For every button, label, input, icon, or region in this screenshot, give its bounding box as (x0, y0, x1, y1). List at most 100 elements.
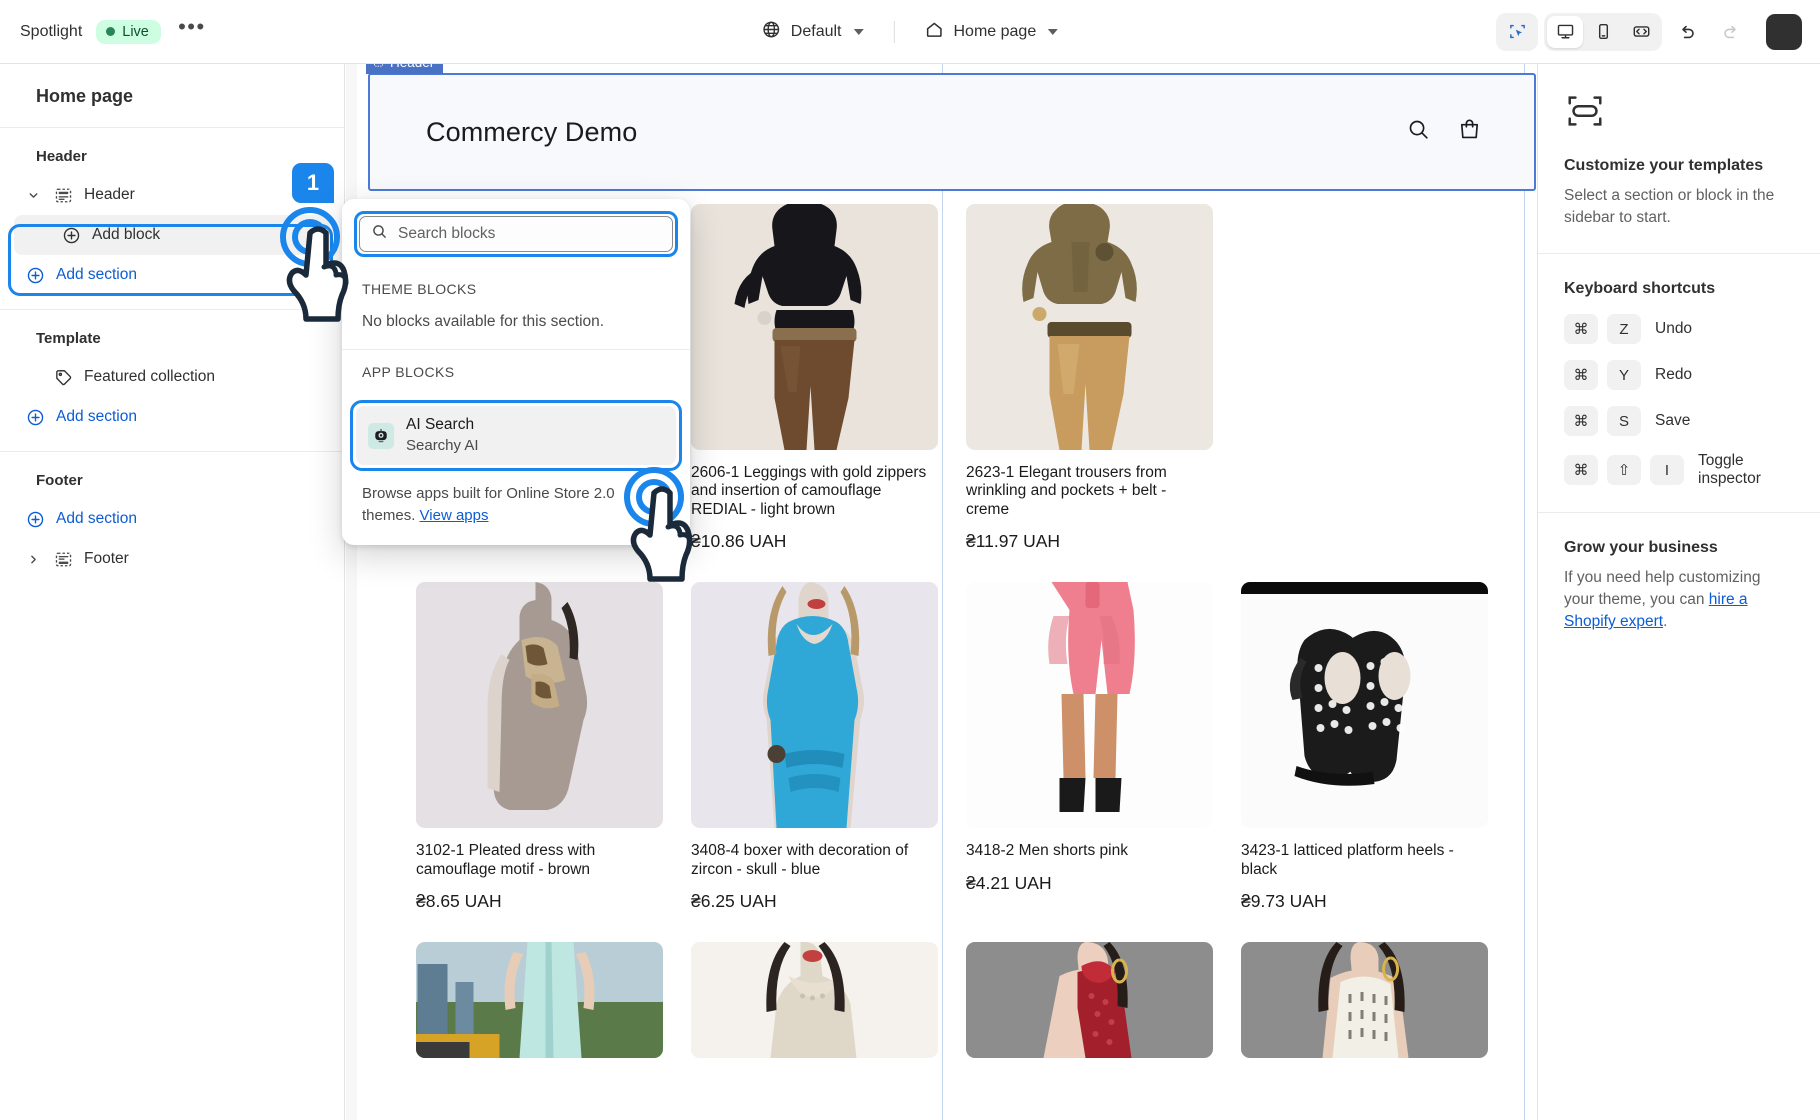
product-card[interactable]: 2606-1 Leggings with gold zippers and in… (691, 204, 938, 552)
account-avatar-button[interactable] (1766, 13, 1802, 50)
theme-blocks-section: THEME BLOCKS No blocks available for thi… (342, 267, 690, 349)
status-badge: Live (96, 19, 161, 44)
page-selector[interactable]: Home page (912, 13, 1070, 51)
product-card[interactable] (691, 942, 938, 1059)
redo-button[interactable] (1712, 13, 1750, 51)
collection-icon (52, 366, 74, 388)
sidebar-item-featured-collection[interactable]: Featured collection (14, 357, 330, 397)
product-image-creme-trousers-model (966, 204, 1213, 450)
grow-heading: Grow your business (1564, 539, 1718, 556)
product-image-pink-cargo-shorts (966, 582, 1213, 829)
product-card[interactable]: 3408-4 boxer with decoration of zircon -… (691, 582, 938, 912)
view-apps-link[interactable]: View apps (420, 507, 489, 524)
shortcuts-heading: Keyboard shortcuts (1564, 280, 1716, 297)
product-price: ₴8.65 UAH (416, 891, 502, 912)
cart-icon[interactable] (1457, 117, 1482, 147)
product-card[interactable]: 3423-1 latticed platform heels - black ₴… (1241, 582, 1488, 912)
sidebar-add-section-footer[interactable]: Add section (14, 499, 330, 539)
store-title: Commercy Demo (426, 116, 638, 147)
sections-sidebar: Home page Header Header Add block Add se… (0, 64, 345, 1120)
preview-header-section[interactable]: Header Commercy Demo (366, 64, 1536, 191)
key-cap: I (1650, 455, 1684, 485)
grow-text: If you need help customizing your theme,… (1564, 567, 1794, 633)
app-blocks-section: APP BLOCKS (342, 349, 690, 400)
sidebar-item-label: Add block (92, 226, 161, 243)
product-name: 3423-1 latticed platform heels - black (1241, 842, 1454, 878)
sidebar-add-section-header[interactable]: Add section (14, 255, 330, 295)
plus-circle-icon (60, 224, 82, 246)
product-image-grey-leopard-dress (416, 582, 663, 829)
highlight-outline-app-block: AI Search Searchy AI (350, 400, 682, 472)
theme-name: Spotlight (20, 22, 83, 40)
key-cap: ⇧ (1607, 455, 1641, 485)
search-icon (371, 223, 388, 245)
live-dot-icon (106, 27, 116, 36)
plus-circle-icon (24, 264, 46, 286)
product-card[interactable] (1241, 942, 1488, 1059)
more-actions-button[interactable]: ••• (175, 15, 209, 49)
add-block-popover: THEME BLOCKS No blocks available for thi… (342, 199, 690, 545)
product-card[interactable]: 3418-2 Men shorts pink ₴4.21 UAH (966, 582, 1213, 912)
preview-header-bar: Commercy Demo (368, 73, 1536, 191)
fullscreen-view-button[interactable] (1623, 16, 1659, 48)
chevron-down-icon (1048, 28, 1059, 35)
sidebar-item-label: Featured collection (84, 368, 215, 385)
top-bar-left: Spotlight Live ••• (0, 15, 209, 49)
key-cap: S (1607, 406, 1641, 436)
chevron-down-icon (853, 28, 864, 35)
shortcut-label: Save (1655, 412, 1691, 429)
product-image-red-sequin-dress (966, 942, 1213, 1059)
shortcut-row-redo: ⌘ Y Redo (1564, 360, 1794, 390)
undo-button[interactable] (1668, 13, 1706, 51)
page-selector-label: Home page (953, 22, 1037, 40)
inspector-heading: Customize your templates (1564, 157, 1764, 174)
theme-blocks-label: THEME BLOCKS (362, 281, 477, 297)
sidebar-item-add-block[interactable]: Add block (14, 215, 330, 255)
locale-selector[interactable]: Default (750, 13, 876, 51)
chevron-down-icon[interactable] (24, 189, 42, 202)
product-price: ₴10.86 UAH (691, 531, 787, 552)
product-card[interactable] (966, 942, 1213, 1059)
product-name: 3418-2 Men shorts pink (966, 842, 1128, 860)
sidebar-group-label-header: Header (36, 148, 87, 165)
desktop-view-button[interactable] (1547, 15, 1583, 48)
chevron-right-icon[interactable] (24, 553, 42, 566)
product-image-mint-dress-city (416, 942, 663, 1059)
breakpoint-guide-right (1524, 64, 1525, 1120)
toggle-inspector-button[interactable] (1499, 15, 1535, 48)
mobile-view-button[interactable] (1585, 16, 1621, 48)
search-icon[interactable] (1406, 117, 1431, 147)
selector-divider (893, 20, 895, 43)
sidebar-title: Home page (0, 64, 344, 128)
app-block-ai-search[interactable]: AI Search Searchy AI (356, 406, 676, 466)
product-card[interactable]: 2623-1 Elegant trousers from wrinkling a… (966, 204, 1213, 552)
sidebar-item-header-section[interactable]: Header (14, 175, 330, 215)
product-name: 3102-1 Pleated dress with camouflage mot… (416, 842, 596, 878)
top-bar-center: Default Home page (750, 0, 1070, 64)
grow-text-after: . (1663, 613, 1668, 630)
key-cap: ⌘ (1564, 455, 1598, 485)
sidebar-group-label-footer: Footer (36, 472, 83, 489)
product-image-brown-leggings-model (691, 204, 938, 450)
app-blocks-label: APP BLOCKS (362, 364, 455, 380)
app-block-text: AI Search Searchy AI (406, 415, 479, 456)
sidebar-add-section-template[interactable]: Add section (14, 397, 330, 437)
shortcut-label: Toggle inspector (1698, 452, 1761, 487)
theme-editor-app: Spotlight Live ••• Default Home page Hom… (0, 0, 1820, 1120)
sidebar-item-label: Add section (56, 266, 137, 283)
section-tag-label: Header (390, 64, 434, 70)
product-card[interactable] (416, 942, 663, 1059)
search-blocks-field[interactable] (359, 216, 673, 252)
step-badge-1: 1 (292, 163, 334, 203)
sidebar-item-label: Footer (84, 550, 129, 567)
search-blocks-input[interactable] (398, 225, 661, 243)
app-block-developer: Searchy AI (406, 436, 479, 454)
shortcut-row-save: ⌘ S Save (1564, 406, 1794, 436)
product-name: 3408-4 boxer with decoration of zircon -… (691, 842, 909, 878)
highlight-outline-search-input (354, 211, 678, 257)
header-section-icon (52, 184, 74, 206)
footer-section-icon (52, 548, 74, 570)
sidebar-group-footer: Footer Add section Footer (0, 452, 344, 593)
sidebar-item-footer-section[interactable]: Footer (14, 539, 330, 579)
product-card[interactable]: 3102-1 Pleated dress with camouflage mot… (416, 582, 663, 912)
